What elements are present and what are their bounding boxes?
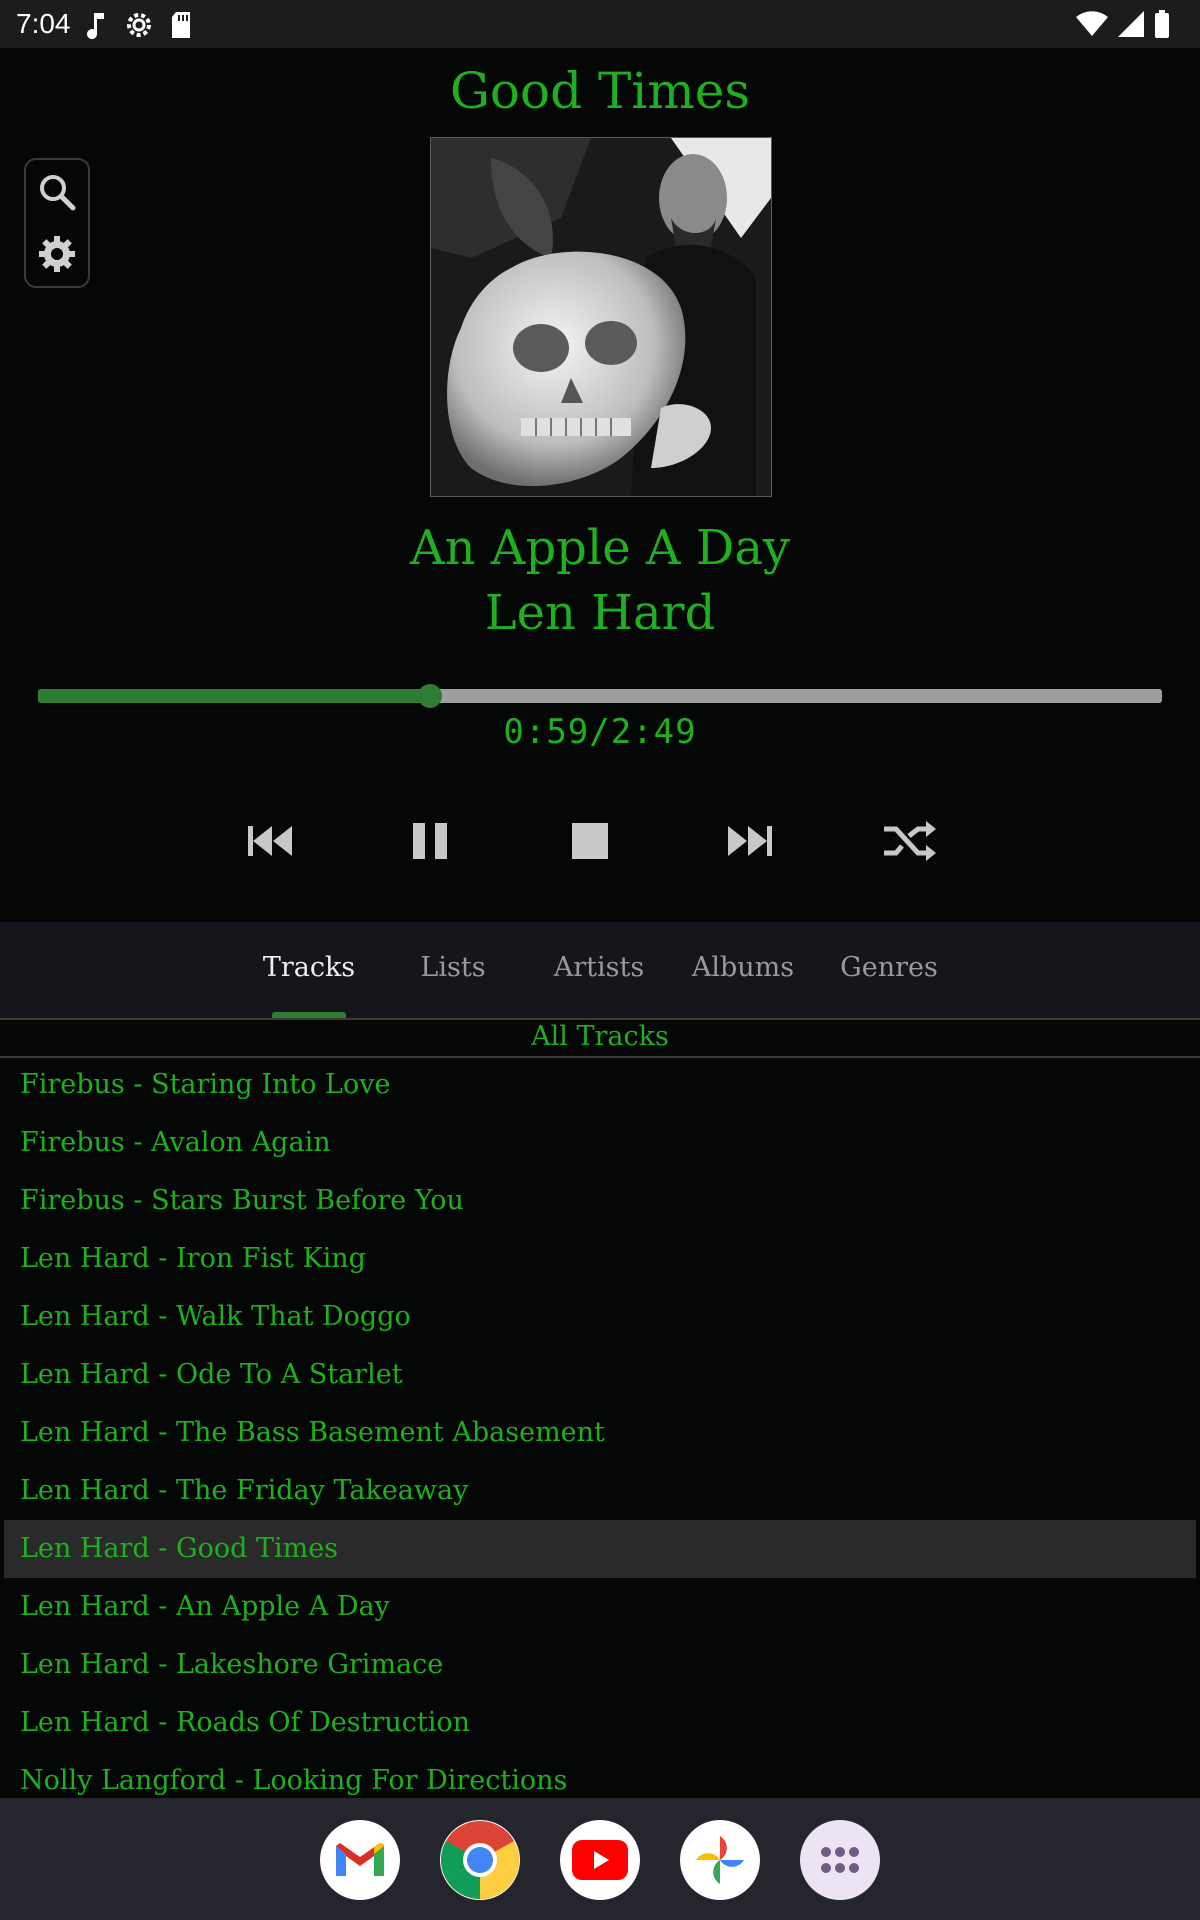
album-cover [430, 137, 772, 497]
list-item[interactable]: Firebus - Stars Burst Before You [4, 1172, 1196, 1230]
wifi-icon [1076, 11, 1108, 42]
list-item[interactable]: Len Hard - Ode To A Starlet [4, 1346, 1196, 1404]
signal-icon [1118, 11, 1144, 42]
next-icon[interactable] [720, 815, 780, 867]
battery-icon [1154, 10, 1170, 43]
seek-bar-handle[interactable] [418, 684, 443, 708]
photos-icon[interactable] [680, 1820, 760, 1900]
status-bar: 7:04 [0, 0, 1200, 48]
music-note-icon [86, 11, 108, 44]
sd-card-icon [170, 11, 192, 44]
album-title: Good Times [449, 62, 751, 120]
list-item[interactable]: Len Hard - Iron Fist King [4, 1230, 1196, 1288]
tab-albums[interactable]: Albums [678, 952, 808, 983]
app-dock [0, 1798, 1200, 1920]
list-item[interactable]: Len Hard - Roads Of Destruction [4, 1694, 1196, 1752]
stop-icon[interactable] [560, 815, 620, 867]
list-item[interactable]: Len Hard - The Bass Basement Abasement [4, 1404, 1196, 1462]
list-item[interactable]: Len Hard - Lakeshore Grimace [4, 1636, 1196, 1694]
youtube-icon[interactable] [560, 1820, 640, 1900]
transport-controls [240, 815, 960, 867]
previous-icon[interactable] [240, 815, 300, 867]
status-time: 7:04 [16, 8, 71, 39]
pause-icon[interactable] [400, 815, 460, 867]
list-item[interactable]: Len Hard - The Friday Takeaway [4, 1462, 1196, 1520]
chrome-icon[interactable] [440, 1820, 520, 1900]
list-item[interactable]: Nolly Langford - Looking For Directions [4, 1752, 1196, 1796]
settings-icon [124, 10, 154, 45]
list-item[interactable]: Len Hard - An Apple A Day [4, 1578, 1196, 1636]
tab-artists[interactable]: Artists [534, 952, 664, 983]
time-readout: 0:59/2:49 [503, 712, 697, 752]
gmail-icon[interactable] [320, 1820, 400, 1900]
list-item[interactable]: Firebus - Avalon Again [4, 1114, 1196, 1172]
track-list[interactable]: Firebus - Staring Into Love Firebus - Av… [0, 1056, 1200, 1796]
list-item[interactable]: Len Hard - Good Times [4, 1520, 1196, 1578]
list-item[interactable]: Len Hard - Walk That Doggo [4, 1288, 1196, 1346]
list-header: All Tracks [0, 1018, 1200, 1058]
track-artist: Len Hard [484, 585, 716, 641]
track-title: An Apple A Day [409, 520, 791, 576]
library-tabs: Tracks Lists Artists Albums Genres [0, 922, 1200, 1020]
shuffle-icon[interactable] [880, 815, 940, 867]
tab-genres[interactable]: Genres [824, 952, 954, 983]
side-controls [24, 158, 90, 288]
app-drawer-icon[interactable] [800, 1820, 880, 1900]
search-icon[interactable] [33, 168, 81, 216]
gear-icon[interactable] [33, 230, 81, 278]
seek-bar-fill [38, 689, 431, 703]
list-item[interactable]: Firebus - Staring Into Love [4, 1056, 1196, 1114]
tab-lists[interactable]: Lists [388, 952, 518, 983]
seek-bar[interactable] [38, 684, 1162, 708]
tab-tracks[interactable]: Tracks [244, 952, 374, 983]
